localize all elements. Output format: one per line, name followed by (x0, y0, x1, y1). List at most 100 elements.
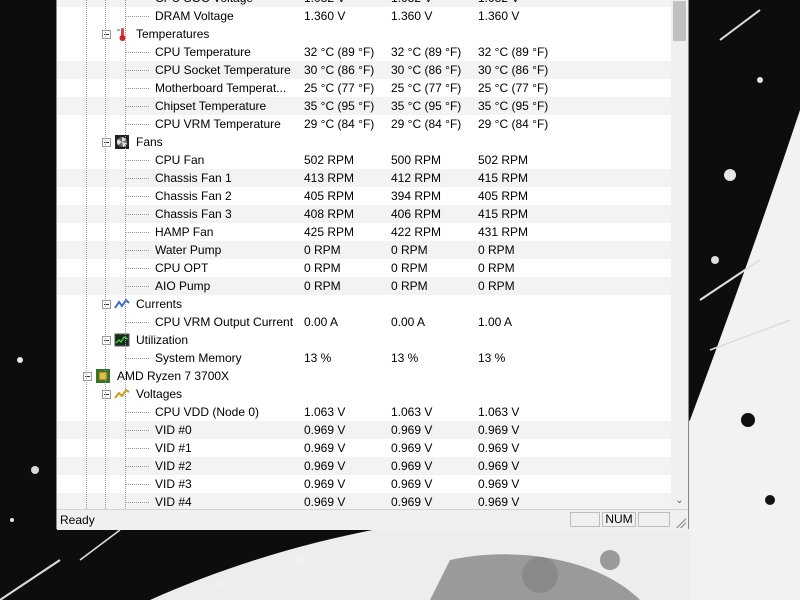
sensor-tree[interactable]: CPU SOC Voltage1.082 V1.082 V1.082 VDRAM… (57, 0, 671, 509)
sensor-row[interactable]: CPU VRM Output Current 0.00 A 0.00 A 1.00 A (57, 313, 671, 331)
tree-connector (125, 106, 149, 107)
value-current: 29 °C (84 °F) (304, 117, 375, 131)
device-row[interactable]: AMD Ryzen 7 3700X (57, 367, 671, 385)
sensor-label: HAMP Fan (155, 225, 214, 239)
tree-connector (125, 358, 149, 359)
collapse-toggle-icon[interactable] (102, 336, 111, 345)
value-max: 0.969 V (478, 441, 520, 455)
value-min: 0.00 A (391, 315, 426, 329)
value-current: 425 RPM (304, 225, 355, 239)
value-min: 1.360 V (391, 9, 433, 23)
tree-connector (125, 232, 149, 233)
sensor-group-row[interactable]: Fans (57, 133, 671, 151)
status-bar: Ready NUM (57, 509, 688, 530)
sensor-row[interactable]: Chassis Fan 3 408 RPM 406 RPM 415 RPM (57, 205, 671, 223)
value-current: 25 °C (77 °F) (304, 81, 375, 95)
value-max: 502 RPM (478, 153, 529, 167)
sensor-row[interactable]: CPU OPT 0 RPM 0 RPM 0 RPM (57, 259, 671, 277)
status-text: Ready (60, 513, 95, 527)
sensor-row[interactable]: Chipset Temperature 35 °C (95 °F) 35 °C (9… (57, 97, 671, 115)
sensor-group-row[interactable]: Voltages (57, 385, 671, 403)
value-current: 0.00 A (304, 315, 339, 329)
tree-connector (125, 286, 149, 287)
value-max: 0 RPM (478, 243, 515, 257)
tree-connector (125, 502, 149, 503)
sensor-label: VID #2 (155, 459, 192, 473)
value-min: 0.969 V (391, 477, 433, 491)
value-min: 1.063 V (391, 405, 433, 419)
value-min: 0 RPM (391, 261, 428, 275)
value-max: 0.969 V (478, 477, 520, 491)
tree-connector (125, 196, 149, 197)
sensor-row[interactable]: CPU Socket Temperature 30 °C (86 °F) 30 °C… (57, 61, 671, 79)
tree-connector (86, 0, 87, 509)
sensor-group-row[interactable]: Temperatures (57, 25, 671, 43)
value-max: 1.082 V (478, 0, 519, 7)
value-max: 25 °C (77 °F) (478, 81, 549, 95)
collapse-toggle-icon[interactable] (102, 300, 111, 309)
value-current: 1.063 V (304, 405, 346, 419)
tree-connector (125, 484, 149, 485)
value-current: 0.969 V (304, 477, 346, 491)
sensor-row[interactable]: CPU VDD (Node 0) 1.063 V 1.063 V 1.063 V (57, 403, 671, 421)
sensor-row[interactable]: DRAM Voltage 1.360 V 1.360 V 1.360 V (57, 7, 671, 25)
value-current: 0.969 V (304, 459, 346, 473)
sensor-group-row[interactable]: Currents (57, 295, 671, 313)
vertical-scrollbar[interactable]: ⌄ (671, 0, 688, 509)
sensor-label: Chassis Fan 2 (155, 189, 232, 203)
value-min: 30 °C (86 °F) (391, 63, 462, 77)
value-max: 35 °C (95 °F) (478, 99, 549, 113)
resize-grip-icon[interactable] (676, 518, 686, 528)
tree-connector (125, 16, 149, 17)
sensor-row[interactable]: Chassis Fan 1 413 RPM 412 RPM 415 RPM (57, 169, 671, 187)
sensor-row[interactable]: VID #0 0.969 V 0.969 V 0.969 V (57, 421, 671, 439)
sensor-label: Chassis Fan 3 (155, 207, 232, 221)
voltage-icon (114, 386, 130, 402)
sensor-label: CPU VRM Temperature (155, 117, 281, 131)
collapse-toggle-icon[interactable] (102, 138, 111, 147)
sensor-row[interactable]: VID #3 0.969 V 0.969 V 0.969 V (57, 475, 671, 493)
sensor-row[interactable]: Chassis Fan 2 405 RPM 394 RPM 405 RPM (57, 187, 671, 205)
sensor-row[interactable]: VID #2 0.969 V 0.969 V 0.969 V (57, 457, 671, 475)
sensor-row[interactable]: CPU VRM Temperature 29 °C (84 °F) 29 °C (8… (57, 115, 671, 133)
value-current: 1.360 V (304, 9, 346, 23)
collapse-toggle-icon[interactable] (102, 390, 111, 399)
value-max: 13 % (478, 351, 506, 365)
value-max: 0 RPM (478, 261, 515, 275)
sensor-label: CPU Fan (155, 153, 205, 167)
value-current: 0.969 V (304, 441, 346, 455)
sensor-label: Water Pump (155, 243, 222, 257)
tree-connector (125, 448, 149, 449)
sensor-label: Fans (136, 135, 163, 149)
collapse-toggle-icon[interactable] (102, 30, 111, 39)
sensor-row[interactable]: CPU Fan 502 RPM 500 RPM 502 RPM (57, 151, 671, 169)
sensor-label: VID #4 (155, 495, 192, 509)
sensor-row[interactable]: CPU SOC Voltage 1.082 V 1.082 V 1.082 V (57, 0, 671, 7)
scrollbar-thumb[interactable] (673, 1, 686, 41)
sensor-row[interactable]: AIO Pump 0 RPM 0 RPM 0 RPM (57, 277, 671, 295)
sensor-row[interactable]: HAMP Fan 425 RPM 422 RPM 431 RPM (57, 223, 671, 241)
tree-connector (125, 268, 149, 269)
sensor-label: Voltages (136, 387, 183, 401)
sensor-label: Chipset Temperature (155, 99, 267, 113)
sensor-row[interactable]: Motherboard Temperat... 25 °C (77 °F) 25 °… (57, 79, 671, 97)
tree-connector (125, 0, 126, 509)
sensor-group-row[interactable]: Utilization (57, 331, 671, 349)
value-current: 0.969 V (304, 495, 346, 509)
value-current: 502 RPM (304, 153, 355, 167)
sensor-row[interactable]: CPU Temperature 32 °C (89 °F) 32 °C (89 °F… (57, 43, 671, 61)
value-max: 405 RPM (478, 189, 529, 203)
sensor-row[interactable]: System Memory 13 % 13 % 13 % (57, 349, 671, 367)
sensor-row[interactable]: VID #4 0.969 V 0.969 V 0.969 V (57, 493, 671, 509)
collapse-toggle-icon[interactable] (83, 372, 92, 381)
sensor-row[interactable]: Water Pump 0 RPM 0 RPM 0 RPM (57, 241, 671, 259)
sensor-label: CPU VRM Output Current (155, 315, 294, 329)
value-max: 32 °C (89 °F) (478, 45, 549, 59)
value-min: 1.082 V (391, 0, 432, 7)
scroll-down-arrow-icon[interactable]: ⌄ (671, 492, 688, 509)
value-current: 0 RPM (304, 279, 341, 293)
sensor-row[interactable]: VID #1 0.969 V 0.969 V 0.969 V (57, 439, 671, 457)
sensor-label: CPU Temperature (155, 45, 251, 59)
value-max: 1.360 V (478, 9, 520, 23)
tree-connector (125, 52, 149, 53)
